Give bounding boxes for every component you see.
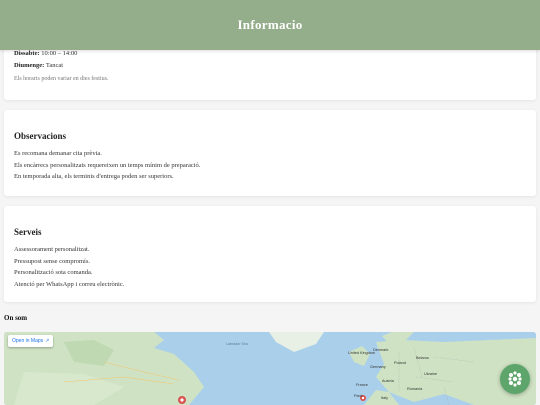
services-title: Serveis: [14, 227, 42, 237]
map-label: Denmark: [373, 348, 389, 352]
map-label: Belarus: [416, 356, 429, 360]
service-line: Pressupost sense compromís.: [14, 257, 91, 265]
service-line: Atenció per WhatsApp i correu electrònic…: [14, 280, 125, 288]
services-card: Serveis Assessorament personalitzat. Pre…: [4, 206, 536, 302]
hours-row-sunday: Diumenge: Tancat: [14, 60, 526, 72]
observations-title: Observacions: [14, 131, 67, 141]
service-line: Personalització sota comanda.: [14, 269, 93, 276]
observations-card: Observacions Es recomana demanar cita pr…: [4, 110, 536, 196]
map-canvas[interactable]: Labrador Sea United Kingdom Denmark Bela…: [4, 332, 536, 405]
map-label: Ukraine: [424, 372, 437, 376]
hours-value: 10:00 – 14:00: [41, 50, 78, 57]
map-label: Labrador Sea: [226, 342, 248, 346]
map-label: France: [356, 383, 368, 387]
external-link-icon: ↗: [45, 338, 50, 344]
open-in-maps-label: Open in Maps: [12, 338, 44, 344]
hours-value: Tancat: [45, 61, 64, 69]
hours-note: Els horaris poden variar en dies festius…: [14, 76, 109, 82]
map-label: Poland: [394, 361, 406, 365]
map-label: Germany: [370, 365, 386, 369]
service-line: Assessorament personalitzat.: [14, 246, 90, 253]
map-label: Romania: [407, 387, 423, 391]
floating-action-button[interactable]: [500, 364, 530, 394]
hours-day: Dissabte:: [14, 50, 40, 57]
app-header: Informacio: [0, 0, 540, 50]
hours-day: Diumenge:: [14, 61, 45, 69]
map-label: Paris: [354, 394, 363, 398]
map-label: Austria: [382, 379, 395, 383]
grid-dots-icon: [508, 371, 522, 387]
map-embed[interactable]: Labrador Sea United Kingdom Denmark Bela…: [4, 332, 536, 405]
map-label: United Kingdom: [348, 351, 375, 355]
observation-line: Els encàrrecs personalitzats requereixen…: [14, 161, 201, 169]
page-title: Informacio: [237, 17, 303, 32]
about-title: On som: [4, 314, 28, 322]
map-label: Italy: [381, 396, 388, 400]
open-in-maps-button[interactable]: Open in Maps ↗: [8, 335, 54, 347]
observation-line: Es recomana demanar cita prèvia.: [14, 150, 102, 157]
observation-line: En temporada alta, els terminis d'entreg…: [14, 173, 174, 180]
